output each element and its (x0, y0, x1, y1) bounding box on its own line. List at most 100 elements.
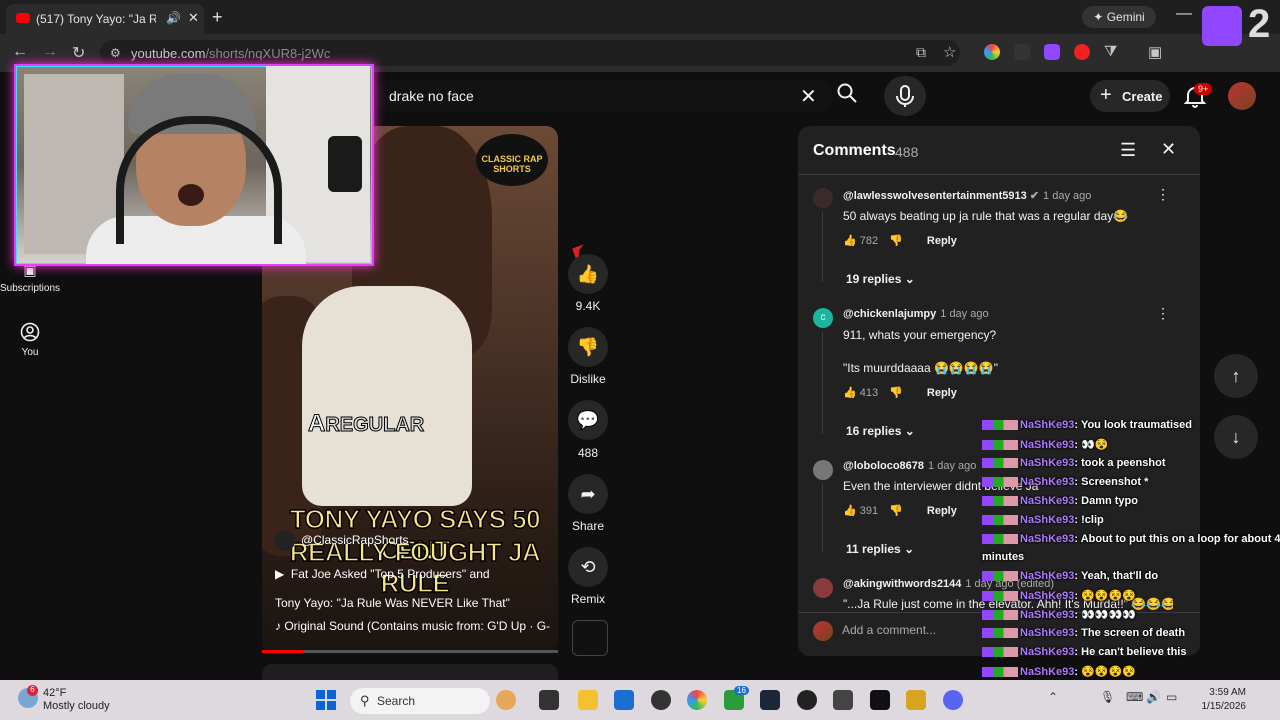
sound-thumbnail[interactable] (572, 620, 608, 656)
chat-username: NaShKe93 (1020, 646, 1075, 658)
tray-chevron-icon[interactable]: ⌃ (1048, 690, 1058, 704)
install-app-icon[interactable]: ⧉ (916, 44, 926, 61)
store-icon[interactable] (614, 690, 634, 710)
close-comments-icon[interactable]: ✕ (1161, 139, 1176, 160)
site-info-icon[interactable]: ⚙ (110, 46, 121, 60)
start-button[interactable] (316, 690, 336, 710)
sound-link[interactable]: ♪ Original Sound (Contains music from: G… (275, 619, 550, 633)
file-explorer-icon[interactable] (578, 690, 598, 710)
steam-icon[interactable] (760, 690, 780, 710)
search-input[interactable]: drake no face (389, 88, 474, 104)
comment-menu-icon[interactable]: ⋮ (1156, 186, 1170, 203)
previous-short-button[interactable]: ↑ (1214, 354, 1258, 398)
close-tab-icon[interactable]: ✕ (188, 10, 199, 26)
comment-author[interactable]: @chickenlajumpy 1 day ago (843, 308, 989, 320)
network-icon[interactable]: ⌨ (1126, 690, 1143, 704)
mic-tray-icon[interactable]: 🎙 (1100, 690, 1115, 704)
bookmark-star-icon[interactable]: ☆ (943, 43, 956, 61)
comment-avatar[interactable] (813, 460, 833, 480)
chat-username: NaShKe93 (1020, 627, 1075, 639)
speaker-icon[interactable]: 🔊 (166, 11, 181, 25)
dislike-button[interactable]: 👎 (568, 327, 608, 367)
weather-temperature[interactable]: 42°F (43, 687, 66, 699)
weather-condition[interactable]: Mostly cloudy (43, 700, 110, 712)
sidebar-item-subscriptions[interactable]: ▣ Subscriptions (0, 262, 60, 294)
chrome-icon[interactable] (687, 690, 707, 710)
comment-avatar[interactable] (813, 188, 833, 208)
twitch-extension-icon[interactable] (1044, 44, 1060, 60)
comment-dislike-icon[interactable]: 👎 (889, 235, 903, 247)
extension-diamond-icon[interactable] (1014, 44, 1030, 60)
search-button[interactable] (836, 82, 864, 110)
app-icon-3[interactable] (870, 690, 890, 710)
comments-count: 488 (895, 144, 919, 160)
channel-link[interactable]: @ClassicRapShorts (275, 531, 409, 551)
view-replies-button[interactable]: 11 replies ⌄ (846, 542, 914, 556)
view-replies-button[interactable]: 19 replies ⌄ (846, 272, 915, 286)
minimize-window-button[interactable]: — (1176, 5, 1192, 23)
battery-icon[interactable]: ▭ (1166, 690, 1177, 704)
create-button[interactable]: + Create (1090, 80, 1170, 112)
voice-search-button[interactable] (884, 76, 926, 116)
add-comment-input[interactable]: Add a comment... (842, 623, 936, 637)
comment-like-icon[interactable]: 👍 (843, 505, 857, 517)
comment-like-icon[interactable]: 👍 (843, 235, 857, 247)
chat-message: NaShKe93: He can't believe this (982, 646, 1186, 658)
sort-comments-icon[interactable]: ☰ (1120, 140, 1136, 161)
obs-icon[interactable] (797, 690, 817, 710)
comment-author[interactable]: @lawlesswolvesentertainment5913 ✔ 1 day a… (843, 189, 1091, 202)
next-short-preview[interactable] (262, 664, 558, 680)
side-panel-icon[interactable]: ▣ (1148, 43, 1162, 61)
chat-message: NaShKe93: 👀👀👀👀 (982, 608, 1136, 621)
url-text[interactable]: youtube.com/shorts/nqXUR8-j2Wc (131, 46, 330, 61)
reload-button[interactable]: ↻ (72, 43, 85, 63)
widgets-icon[interactable] (496, 690, 516, 710)
red-extension-icon[interactable] (1074, 44, 1090, 60)
comment-menu-icon[interactable]: ⋮ (1156, 305, 1170, 322)
clear-search-icon[interactable]: ✕ (800, 84, 817, 109)
comment-likes: 391 (859, 505, 879, 517)
share-button[interactable]: ➦ (568, 474, 608, 514)
chat-badges-icon (982, 610, 1018, 621)
browser-tab[interactable]: (517) Tony Yayo: "Ja Rule W 🔊 ✕ (6, 4, 204, 34)
chat-text: : You look traumatised (1074, 419, 1192, 431)
comment-dislike-icon[interactable]: 👎 (889, 505, 903, 517)
webcam-microphone-shape (328, 136, 362, 192)
comment-dislike-icon[interactable]: 👎 (889, 387, 903, 399)
comment-avatar[interactable] (813, 578, 833, 598)
like-button[interactable]: 👍 (568, 254, 608, 294)
back-button[interactable]: ← (12, 43, 28, 61)
comment-avatar[interactable]: c (813, 308, 833, 328)
taskbar-search[interactable]: ⚲ Search (350, 688, 490, 714)
forward-button[interactable]: → (42, 43, 58, 61)
reply-button[interactable]: Reply (927, 235, 957, 247)
chat-badges-icon (982, 496, 1018, 507)
gemini-button[interactable]: ✦ Gemini (1082, 6, 1156, 28)
app-icon-2[interactable] (833, 690, 853, 710)
reply-button[interactable]: Reply (927, 387, 957, 399)
related-video-link[interactable]: ▶ Fat Joe Asked "Top 5 Producers" and (275, 567, 490, 581)
you-label: You (21, 347, 39, 358)
video-progress-bar[interactable] (262, 650, 558, 653)
chrome-extension-icon[interactable] (984, 44, 1000, 60)
comment-like-icon[interactable]: 👍 (843, 387, 857, 399)
task-view-icon[interactable] (539, 690, 559, 710)
comments-button[interactable]: 💬 (568, 400, 608, 440)
chat-message: NaShKe93: You look traumatised (982, 419, 1192, 431)
reply-button[interactable]: Reply (927, 505, 957, 517)
remix-button[interactable]: ⟲ (568, 547, 608, 587)
extensions-puzzle-icon[interactable]: ⧩ (1104, 43, 1117, 60)
discord-icon[interactable] (943, 690, 963, 710)
app-icon-4[interactable] (906, 690, 926, 710)
comment-author[interactable]: @loboloco8678 1 day ago (843, 460, 976, 472)
volume-icon[interactable]: 🔊 (1146, 690, 1161, 704)
sidebar-item-you[interactable]: You (0, 322, 60, 358)
new-tab-button[interactable]: + (212, 7, 223, 28)
next-short-button[interactable]: ↓ (1214, 415, 1258, 459)
taskbar-date[interactable]: 1/15/2026 (1186, 701, 1247, 712)
account-avatar[interactable] (1228, 82, 1256, 110)
chat-username: NaShKe93 (1020, 514, 1075, 526)
taskbar-clock[interactable]: 3:59 AM (1196, 687, 1246, 698)
view-replies-button[interactable]: 16 replies ⌄ (846, 424, 915, 438)
app-icon[interactable] (651, 690, 671, 710)
